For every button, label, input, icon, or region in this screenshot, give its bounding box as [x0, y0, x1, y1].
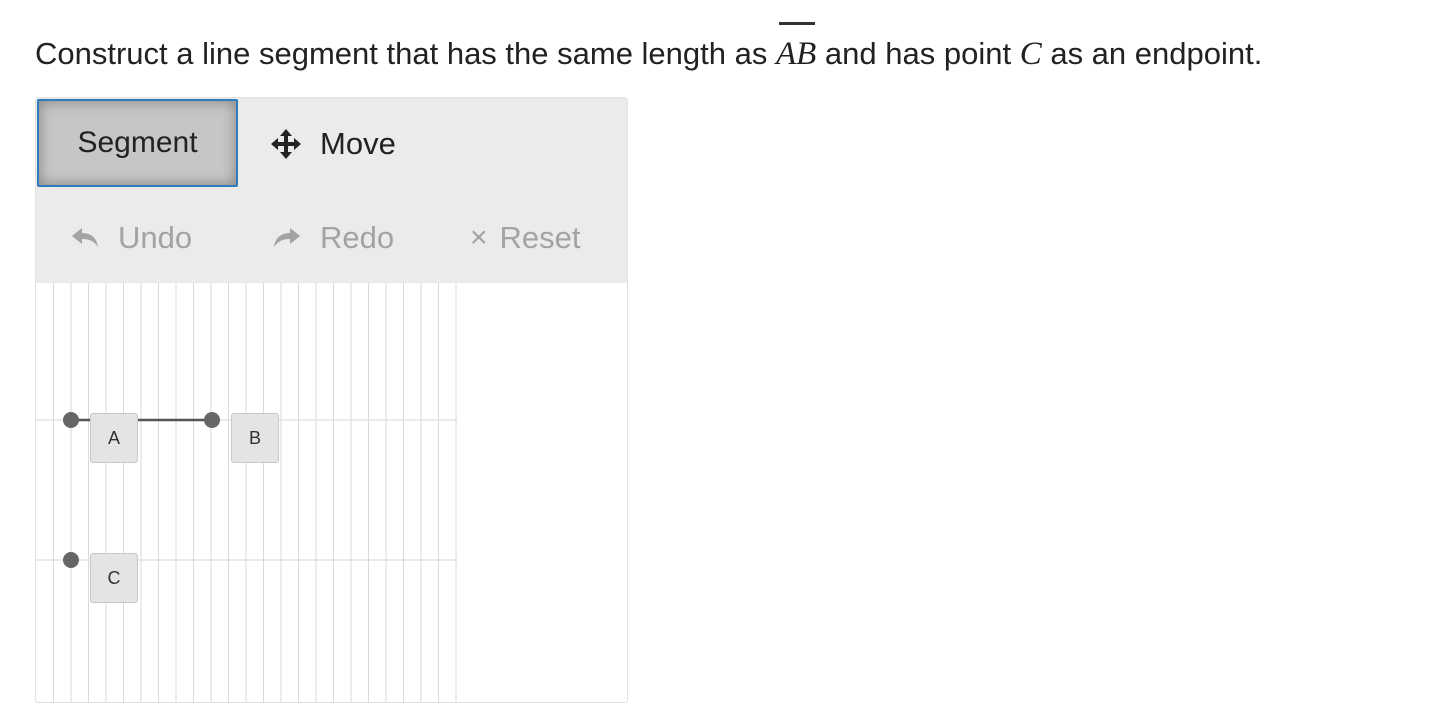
redo-button[interactable]: Redo	[272, 210, 394, 266]
move-tool-label: Move	[320, 126, 396, 161]
move-tool-button[interactable]: Move	[270, 116, 396, 172]
move-arrows-icon	[271, 129, 301, 159]
segment-tool-label: Segment	[77, 126, 198, 159]
point-c-label[interactable]: C	[90, 553, 138, 603]
undo-button[interactable]: Undo	[70, 210, 192, 266]
point-b[interactable]	[204, 412, 220, 428]
segment-ab-label: AB	[776, 22, 816, 78]
point-a-label[interactable]: A	[90, 413, 138, 463]
toolbar: Segment Move Undo Redo × Reset	[36, 98, 627, 283]
reset-button[interactable]: × Reset	[470, 210, 581, 266]
point-c-label: C	[1019, 36, 1042, 72]
redo-arrow-icon	[274, 228, 300, 247]
undo-label: Undo	[118, 220, 193, 255]
question-text-middle: and has point	[816, 36, 1020, 71]
construction-canvas[interactable]: A B C	[36, 283, 627, 702]
question-text-before: Construct a line segment that has the sa…	[35, 36, 776, 71]
reset-label: Reset	[499, 220, 581, 255]
question-text-after: as an endpoint.	[1041, 36, 1263, 71]
point-c[interactable]	[63, 552, 79, 568]
grid-lines	[36, 283, 457, 702]
point-a[interactable]	[63, 412, 79, 428]
construction-widget: Segment Move Undo Redo × Reset A B C	[35, 97, 628, 703]
redo-label: Redo	[320, 220, 395, 255]
point-b-label[interactable]: B	[231, 413, 279, 463]
undo-arrow-icon	[72, 228, 98, 247]
segment-tool-button[interactable]: Segment	[37, 99, 238, 187]
question-prompt: Construct a line segment that has the sa…	[35, 22, 1263, 78]
close-icon: ×	[470, 221, 488, 254]
